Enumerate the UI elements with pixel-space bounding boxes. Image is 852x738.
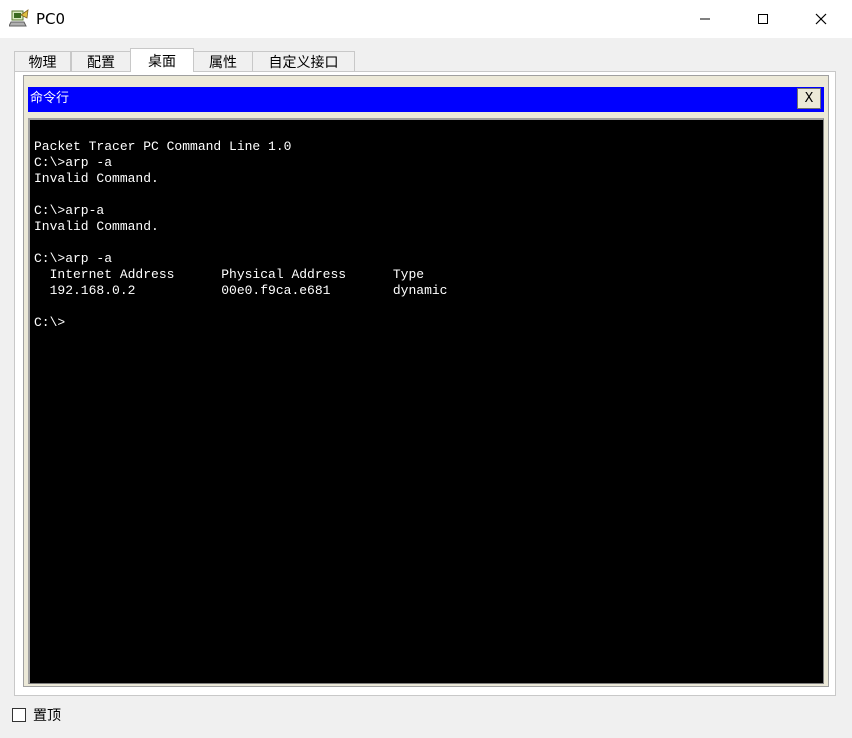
always-on-top-checkbox[interactable]	[12, 708, 26, 722]
close-icon	[815, 13, 827, 25]
command-prompt-window: 命令行 X Packet Tracer PC Command Line 1.0 …	[23, 75, 829, 687]
tab-desktop[interactable]: 桌面	[130, 48, 194, 72]
terminal-output[interactable]: Packet Tracer PC Command Line 1.0 C:\>ar…	[28, 118, 824, 684]
close-button[interactable]	[792, 0, 850, 38]
maximize-icon	[758, 14, 768, 24]
footer: 置顶	[12, 706, 61, 724]
desktop-panel: 命令行 X Packet Tracer PC Command Line 1.0 …	[14, 71, 836, 696]
minimize-icon	[700, 18, 710, 20]
title-bar: PC0	[0, 0, 852, 38]
terminal-text: Packet Tracer PC Command Line 1.0 C:\>ar…	[34, 139, 448, 330]
tab-attributes[interactable]: 属性	[193, 51, 253, 71]
always-on-top-label: 置顶	[33, 708, 61, 724]
window-title: PC0	[36, 10, 66, 28]
tab-config[interactable]: 配置	[71, 51, 131, 71]
command-prompt-close-button[interactable]: X	[797, 88, 821, 109]
command-prompt-title: 命令行	[30, 91, 70, 106]
maximize-button[interactable]	[734, 0, 792, 38]
tab-custom-interface[interactable]: 自定义接口	[252, 51, 355, 71]
packet-tracer-pc-icon	[8, 9, 29, 29]
command-prompt-header: 命令行 X	[28, 87, 824, 112]
minimize-button[interactable]	[676, 0, 734, 38]
tab-physical[interactable]: 物理	[14, 51, 71, 71]
